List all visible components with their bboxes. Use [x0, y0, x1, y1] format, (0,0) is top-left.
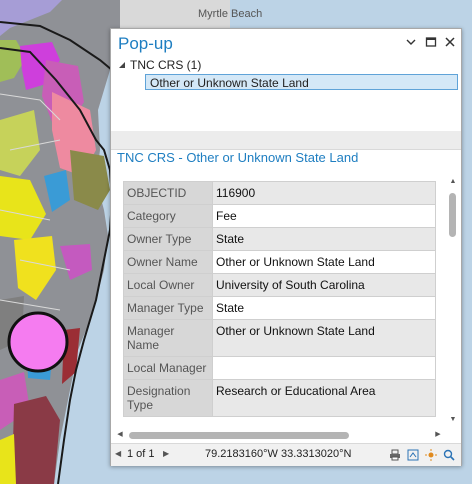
- zoom-to-icon[interactable]: [443, 448, 455, 461]
- attribute-value: Other or Unknown State Land: [212, 319, 436, 357]
- attribute-table: OBJECTID 116900 Category Fee Owner Type State…: [123, 181, 436, 417]
- attribute-value: Research or Educational Area: [212, 379, 436, 417]
- scroll-up-icon[interactable]: ▲: [448, 177, 458, 187]
- page-indicator: 1 of 1: [127, 448, 155, 460]
- attribute-key: Category: [123, 204, 213, 228]
- table-row: Manager Name Other or Unknown State Land: [123, 319, 436, 357]
- status-bar: ◀ 1 of 1 ▶ 79.2183160°W 33.3313020°N: [111, 443, 461, 466]
- table-row: Owner Name Other or Unknown State Land: [123, 250, 436, 274]
- tree-expand-icon[interactable]: [118, 61, 126, 71]
- export-icon[interactable]: [407, 448, 419, 461]
- attribute-key: OBJECTID: [123, 181, 213, 205]
- attribute-value: 116900: [212, 181, 436, 205]
- attribute-key: Manager Name: [123, 319, 213, 357]
- attribute-value: Other or Unknown State Land: [212, 250, 436, 274]
- horizontal-scrollbar[interactable]: ◀ ▶: [115, 429, 447, 441]
- attribute-value: State: [212, 296, 436, 320]
- table-row: Owner Type State: [123, 227, 436, 251]
- vertical-scrollbar[interactable]: ▲ ▼: [447, 175, 459, 427]
- popup-title: Pop-up: [118, 34, 173, 53]
- highlight-circle-icon: [7, 311, 69, 373]
- maximize-icon[interactable]: [425, 36, 437, 48]
- flash-icon[interactable]: [425, 448, 437, 461]
- panel-splitter[interactable]: [111, 131, 461, 150]
- attribute-key: Local Manager: [123, 356, 213, 380]
- previous-icon[interactable]: ◀: [115, 449, 121, 458]
- table-row: OBJECTID 116900: [123, 181, 436, 205]
- popup-window: Pop-up TNC CRS (1) Other or Unknown Stat…: [110, 28, 462, 466]
- attribute-value: [212, 356, 436, 380]
- detail-title: TNC CRS - Other or Unknown State Land: [117, 150, 359, 165]
- table-row: Designation Type Research or Educational …: [123, 379, 436, 417]
- scroll-down-icon[interactable]: ▼: [448, 415, 458, 425]
- table-row: Local Owner University of South Carolina: [123, 273, 436, 297]
- attribute-key: Owner Name: [123, 250, 213, 274]
- coordinate-readout: 79.2183160°W 33.3313020°N: [205, 448, 352, 460]
- attribute-scroll-area[interactable]: OBJECTID 116900 Category Fee Owner Type State…: [123, 175, 446, 427]
- attribute-value: Fee: [212, 204, 436, 228]
- vertical-scroll-thumb[interactable]: [449, 193, 456, 237]
- chevron-down-icon[interactable]: [405, 36, 417, 48]
- attribute-value: University of South Carolina: [212, 273, 436, 297]
- scroll-right-icon[interactable]: ▶: [433, 430, 443, 440]
- next-icon[interactable]: ▶: [163, 449, 169, 458]
- close-icon[interactable]: [444, 36, 456, 48]
- attribute-key: Owner Type: [123, 227, 213, 251]
- attribute-key: Manager Type: [123, 296, 213, 320]
- tree-selected-item[interactable]: Other or Unknown State Land: [145, 74, 458, 90]
- scroll-left-icon[interactable]: ◀: [115, 430, 125, 440]
- table-row: Manager Type State: [123, 296, 436, 320]
- horizontal-scroll-thumb[interactable]: [129, 432, 349, 439]
- tree-root-label[interactable]: TNC CRS (1): [130, 58, 201, 72]
- popup-header: Pop-up: [111, 29, 461, 57]
- map-place-label: Myrtle Beach: [198, 8, 263, 20]
- attribute-key: Designation Type: [123, 379, 213, 417]
- table-row: Category Fee: [123, 204, 436, 228]
- attribute-key: Local Owner: [123, 273, 213, 297]
- attribute-value: State: [212, 227, 436, 251]
- table-row: Local Manager: [123, 356, 436, 380]
- print-icon[interactable]: [389, 448, 401, 461]
